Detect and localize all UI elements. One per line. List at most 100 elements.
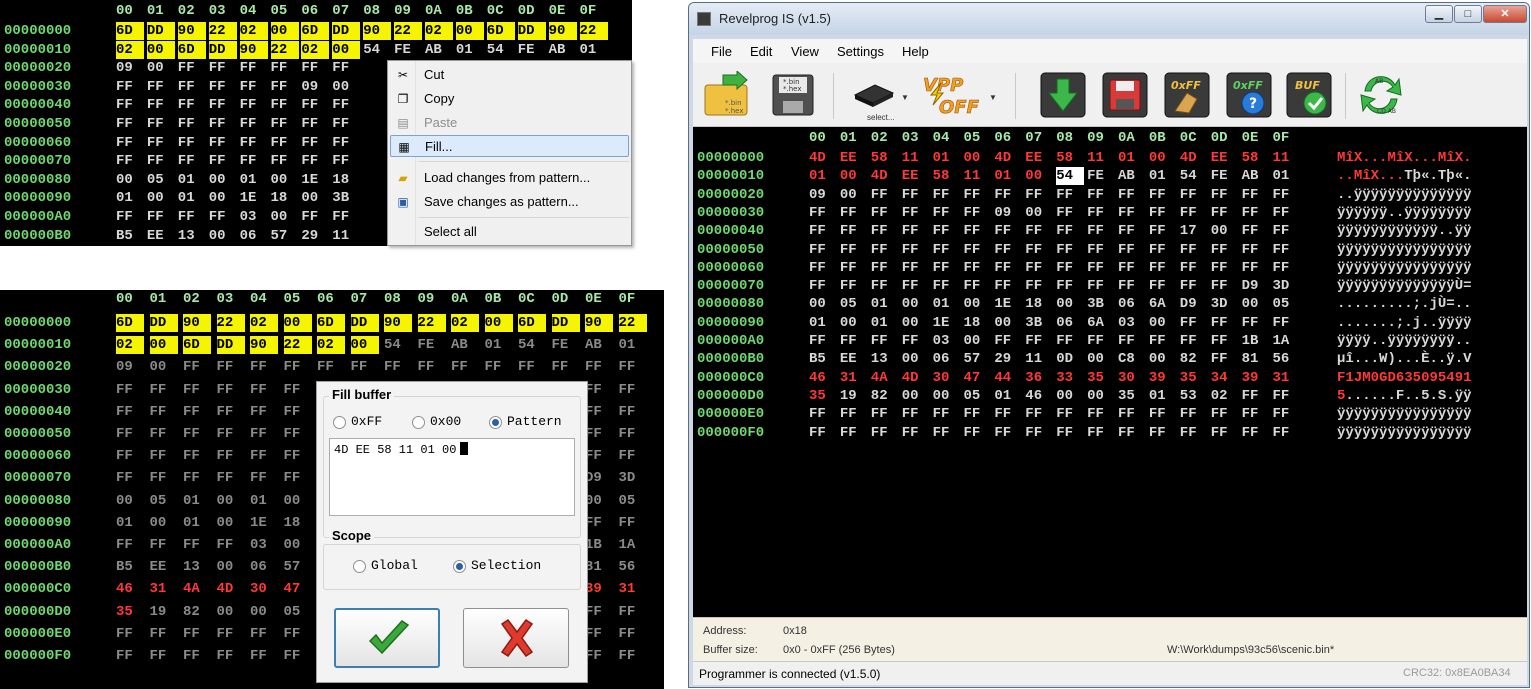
hex-byte[interactable]: FF (271, 115, 299, 133)
hex-byte[interactable]: FF (451, 358, 479, 376)
hex-byte[interactable]: FF (994, 277, 1022, 295)
hex-byte[interactable]: FF (552, 358, 580, 376)
hex-byte[interactable]: EE (147, 227, 175, 245)
hex-byte[interactable]: 53 (1180, 387, 1208, 405)
hex-byte[interactable]: FF (1149, 222, 1177, 240)
hex-byte[interactable]: FF (1025, 222, 1053, 240)
hex-byte[interactable]: FF (1087, 222, 1115, 240)
hex-byte[interactable]: 00 (1025, 167, 1053, 185)
hex-byte[interactable]: FF (1025, 332, 1053, 350)
hex-byte[interactable]: 00 (1087, 350, 1115, 368)
hex-byte[interactable]: 00 (933, 387, 961, 405)
hex-byte[interactable]: 6D (116, 314, 144, 332)
hex-byte[interactable]: 90 (585, 314, 613, 332)
hex-byte[interactable]: AB (1118, 167, 1146, 185)
hex-byte[interactable]: FF (116, 647, 144, 665)
hex-byte[interactable]: FF (1056, 332, 1084, 350)
hex-byte[interactable]: FF (209, 78, 237, 96)
hex-byte[interactable]: FF (1118, 277, 1146, 295)
hex-byte[interactable]: 00 (350, 336, 379, 355)
hex-byte[interactable]: FF (1211, 186, 1239, 204)
hex-byte[interactable]: 00 (271, 171, 299, 189)
hex-byte[interactable]: DD (517, 22, 546, 40)
hex-byte[interactable]: FF (332, 134, 360, 152)
hex-byte[interactable]: 02 (1211, 387, 1239, 405)
hex-byte[interactable]: FF (150, 469, 178, 487)
hex-byte[interactable]: 54 (487, 41, 515, 59)
hex-byte[interactable]: 54 (1180, 167, 1208, 185)
hex-byte[interactable]: 00 (1149, 350, 1177, 368)
hex-byte[interactable]: FF (178, 208, 206, 226)
hex-byte[interactable]: FE (1211, 167, 1239, 185)
hex-byte[interactable]: FF (1149, 186, 1177, 204)
hex-byte[interactable]: 00 (217, 492, 245, 510)
hex-byte[interactable]: FF (116, 381, 144, 399)
hex-byte[interactable]: 81 (585, 558, 613, 576)
hex-byte[interactable]: FF (147, 115, 175, 133)
hex-byte[interactable]: FF (1025, 277, 1053, 295)
hex-byte[interactable]: 00 (902, 350, 930, 368)
hex-byte[interactable]: 47 (284, 580, 312, 598)
hex-byte[interactable]: FF (840, 241, 868, 259)
hex-byte[interactable]: 44 (994, 369, 1022, 387)
hex-byte[interactable]: B5 (809, 350, 837, 368)
hex-byte[interactable]: 6D (183, 336, 211, 355)
hex-byte[interactable]: FF (240, 59, 268, 77)
hex-byte[interactable]: DD (146, 22, 175, 40)
ascii-text[interactable]: ÿÿÿÿÿÿÿÿÿÿÿÿÿÿÿÿ (1337, 405, 1472, 423)
hex-byte[interactable]: FF (1087, 424, 1115, 442)
hex-byte[interactable]: FF (840, 277, 868, 295)
hex-byte[interactable]: 00 (284, 536, 312, 554)
hex-byte[interactable]: 00 (217, 603, 245, 621)
write-chip-icon[interactable] (1101, 71, 1149, 119)
hex-byte[interactable]: FF (1273, 259, 1301, 277)
hex-byte[interactable]: 3D (619, 469, 647, 487)
hex-byte[interactable]: FF (217, 536, 245, 554)
hex-byte[interactable]: 00 (116, 171, 144, 189)
hex-byte[interactable]: FF (183, 469, 211, 487)
hex-byte[interactable]: 35 (809, 387, 837, 405)
hex-byte[interactable]: FF (271, 59, 299, 77)
hex-byte[interactable]: FF (209, 96, 237, 114)
hex-byte[interactable]: 31 (150, 580, 178, 598)
hex-byte[interactable]: FF (1149, 277, 1177, 295)
hex-byte[interactable]: 00 (250, 603, 278, 621)
hex-byte[interactable]: 01 (183, 492, 211, 510)
hex-byte[interactable]: FF (217, 358, 245, 376)
hex-byte[interactable]: 00 (209, 227, 237, 245)
read-chip-icon[interactable] (1039, 71, 1087, 119)
hex-byte[interactable]: 35 (1118, 387, 1146, 405)
hex-byte[interactable]: 19 (150, 603, 178, 621)
hex-byte[interactable]: FF (217, 403, 245, 421)
hex-byte[interactable]: 00 (1056, 295, 1084, 313)
hex-byte[interactable]: FF (332, 59, 360, 77)
hex-byte[interactable]: FF (284, 425, 312, 443)
hex-byte[interactable]: FF (1118, 241, 1146, 259)
hex-byte[interactable]: 00 (1242, 295, 1270, 313)
hex-byte[interactable]: FF (619, 603, 647, 621)
hex-byte[interactable]: 22 (394, 22, 423, 40)
hex-byte[interactable]: FF (1273, 222, 1301, 240)
hex-byte[interactable]: FF (585, 514, 613, 532)
hex-byte[interactable]: FF (1180, 424, 1208, 442)
hex-byte[interactable]: FF (902, 222, 930, 240)
hex-byte[interactable]: FF (178, 115, 206, 133)
hex-byte[interactable]: FF (183, 447, 211, 465)
hex-byte[interactable]: 3D (1211, 295, 1239, 313)
hex-byte[interactable]: 00 (149, 336, 178, 355)
hex-byte[interactable]: 30 (1118, 369, 1146, 387)
hex-byte[interactable]: FF (809, 424, 837, 442)
hex-byte[interactable]: 90 (177, 22, 206, 40)
hex-byte[interactable]: FF (150, 447, 178, 465)
hex-byte[interactable]: FF (902, 241, 930, 259)
hex-byte[interactable]: 00 (902, 314, 930, 332)
hex-byte[interactable]: FF (150, 381, 178, 399)
hex-byte[interactable]: 4D (994, 149, 1022, 167)
menu-item-save-pattern[interactable]: ▣ Save changes as pattern... (390, 191, 629, 213)
hex-byte[interactable]: 01 (485, 336, 513, 354)
hex-byte[interactable]: 6D (317, 314, 345, 332)
hex-byte[interactable]: FF (619, 447, 647, 465)
hex-byte[interactable]: 05 (840, 295, 868, 313)
hex-byte[interactable]: FF (840, 424, 868, 442)
hex-byte[interactable]: 01 (1273, 167, 1301, 185)
